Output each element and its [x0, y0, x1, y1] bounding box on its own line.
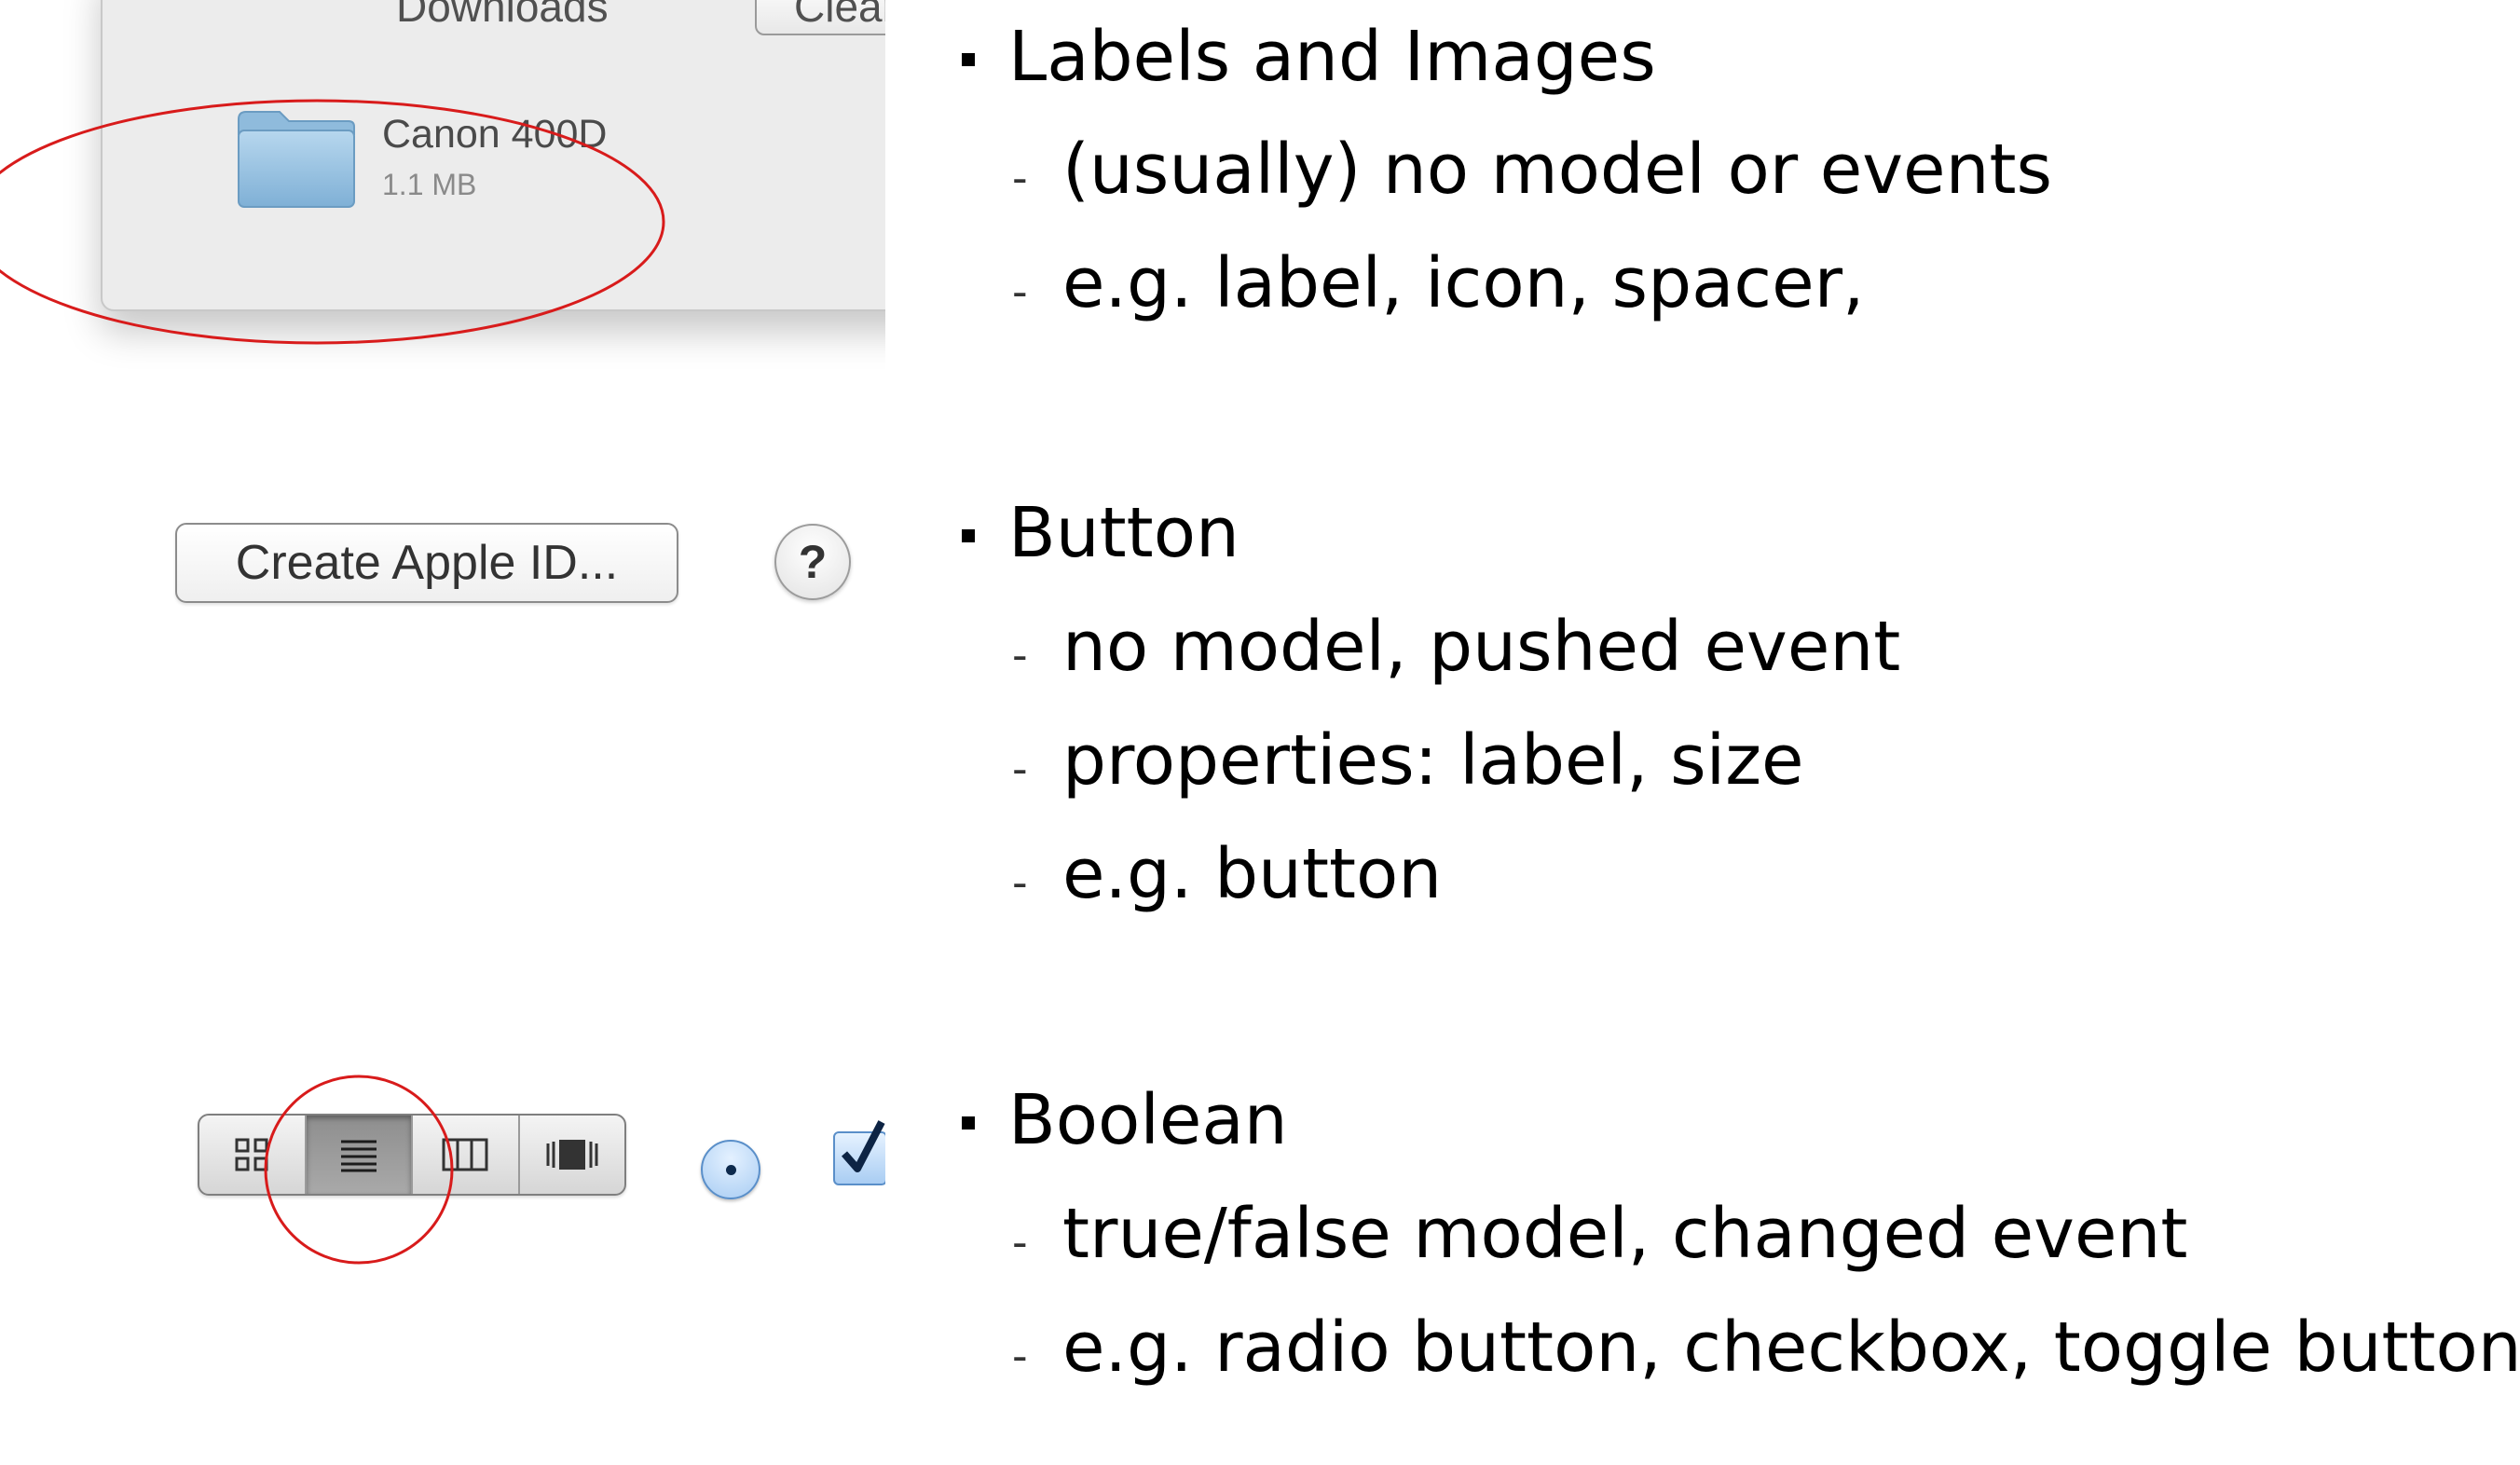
section-item: properties: label, size [1062, 720, 1804, 801]
checkbox[interactable] [829, 1116, 885, 1191]
section-heading-labels-images: Labels and Images [1008, 17, 1656, 97]
highlight-ellipse-download [0, 99, 665, 345]
section-item: e.g. radio button, checkbox, toggle butt… [1062, 1308, 2520, 1388]
section-item: (usually) no model or events [1062, 130, 2053, 210]
checkmark-icon [841, 1120, 885, 1172]
section-item: true/false model, changed event [1062, 1194, 2188, 1274]
section-item: e.g. button [1062, 834, 1443, 914]
bullet-marker [962, 529, 975, 542]
dash-marker: - [1012, 1217, 1028, 1267]
clear-button[interactable]: Clear [755, 0, 885, 35]
dash-marker: - [1012, 153, 1028, 203]
cover-flow-segment[interactable] [520, 1116, 625, 1194]
section-item: no model, pushed event [1062, 607, 1901, 687]
dash-marker: - [1012, 857, 1028, 908]
downloads-title: Downloads [396, 0, 609, 31]
section-heading-button: Button [1008, 493, 1239, 573]
radio-selected-dot [726, 1165, 736, 1175]
create-apple-id-button[interactable]: Create Apple ID... [175, 523, 678, 603]
dash-marker: - [1012, 744, 1028, 794]
section-item: e.g. label, icon, spacer, [1062, 243, 1865, 323]
radio-button[interactable] [701, 1140, 760, 1199]
dash-marker: - [1012, 267, 1028, 317]
help-button[interactable]: ? [774, 524, 851, 600]
bullet-marker [962, 1116, 975, 1130]
cover-flow-icon [546, 1140, 598, 1170]
highlight-circle-segment [264, 1075, 454, 1265]
bullet-marker [962, 53, 975, 66]
dash-marker: - [1012, 630, 1028, 680]
dash-marker: - [1012, 1331, 1028, 1381]
section-heading-boolean: Boolean [1008, 1080, 1288, 1160]
